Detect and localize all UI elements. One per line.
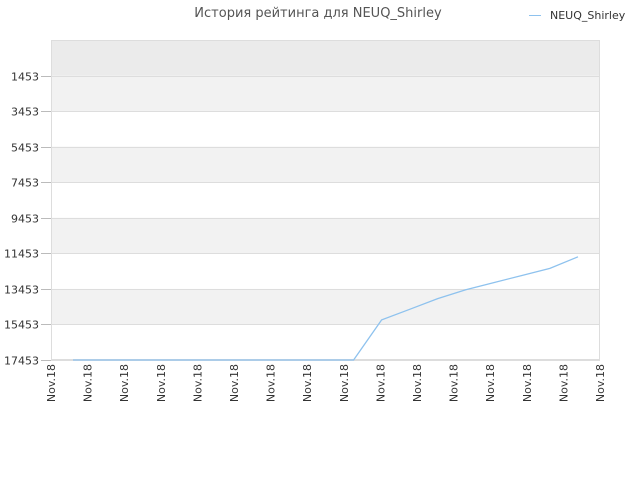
x-tick-label: Nov.18 bbox=[155, 364, 168, 402]
x-tick-label: Nov.18 bbox=[411, 364, 424, 402]
x-tick-label: Nov.18 bbox=[374, 364, 387, 402]
y-tick-label: 15453 bbox=[4, 319, 39, 332]
y-tick-label: 17453 bbox=[4, 355, 39, 368]
x-tick-label: Nov.18 bbox=[448, 364, 461, 402]
y-tick-label: 13453 bbox=[4, 284, 39, 297]
x-tick-label: Nov.18 bbox=[484, 364, 497, 402]
plot-band bbox=[51, 40, 600, 76]
plot-band bbox=[51, 288, 600, 325]
x-tick-label: Nov.18 bbox=[557, 364, 570, 402]
x-tick-label: Nov.18 bbox=[45, 364, 58, 402]
y-tick-label: 1453 bbox=[11, 71, 39, 84]
x-tick-label: Nov.18 bbox=[594, 364, 607, 402]
x-tick-label: Nov.18 bbox=[118, 364, 131, 402]
y-tick-label: 11453 bbox=[4, 248, 39, 261]
plot-band bbox=[51, 217, 600, 254]
x-tick-label: Nov.18 bbox=[521, 364, 534, 402]
y-tick-label: 7453 bbox=[11, 177, 39, 190]
x-tick-label: Nov.18 bbox=[228, 364, 241, 402]
y-axis-ticks: 1453 3453 5453 7453 9453 11453 13453 15453 17453 bbox=[4, 71, 51, 368]
x-tick-label: Nov.18 bbox=[82, 364, 95, 402]
x-tick-label: Nov.18 bbox=[191, 364, 204, 402]
y-tick-label: 5453 bbox=[11, 142, 39, 155]
y-tick-label: 9453 bbox=[11, 213, 39, 226]
x-tick-label: Nov.18 bbox=[338, 364, 351, 402]
x-tick-label: Nov.18 bbox=[301, 364, 314, 402]
plot-band bbox=[51, 146, 600, 183]
y-tick-label: 3453 bbox=[11, 106, 39, 119]
chart-plot: 1453 3453 5453 7453 9453 11453 13453 15453 17453… bbox=[4, 40, 607, 402]
x-axis-ticks: Nov.18 Nov.18 Nov.18 Nov.18 Nov.18 Nov.18 Nov.… bbox=[45, 364, 607, 402]
plot-band bbox=[51, 75, 600, 112]
x-tick-label: Nov.18 bbox=[265, 364, 278, 402]
